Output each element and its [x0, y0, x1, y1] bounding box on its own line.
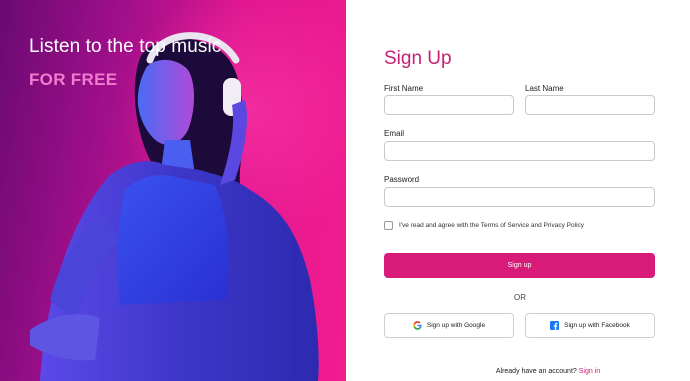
facebook-signup-button[interactable]: Sign up with Facebook: [525, 313, 655, 338]
last-name-label: Last Name: [525, 84, 564, 93]
facebook-signup-label: Sign up with Facebook: [564, 322, 630, 329]
google-icon: [413, 321, 422, 330]
terms-checkbox[interactable]: [384, 221, 393, 230]
first-name-input[interactable]: [384, 95, 514, 115]
form-title: Sign Up: [384, 48, 452, 69]
signin-prompt: Already have an account? Sign in: [346, 368, 690, 375]
google-signup-button[interactable]: Sign up with Google: [384, 313, 514, 338]
signup-form: Sign Up First Name Last Name Email Passw…: [346, 0, 690, 381]
hero-panel: Listen to the top music FOR FREE: [0, 0, 346, 381]
email-label: Email: [384, 129, 405, 138]
email-input[interactable]: [384, 141, 655, 161]
hero-title: Listen to the top music: [29, 36, 222, 57]
facebook-icon: [550, 321, 560, 330]
password-input[interactable]: [384, 187, 655, 207]
signin-link[interactable]: Sign in: [579, 368, 600, 375]
last-name-input[interactable]: [525, 95, 655, 115]
already-have-account-text: Already have an account?: [495, 368, 577, 375]
or-divider: OR: [514, 293, 526, 302]
password-label: Password: [384, 175, 420, 184]
google-signup-label: Sign up with Google: [426, 322, 486, 329]
terms-text: I've read and agree with the Terms of Se…: [399, 222, 585, 229]
signup-button[interactable]: Sign up: [384, 253, 655, 278]
first-name-label: First Name: [384, 84, 424, 93]
hero-subtitle: FOR FREE: [29, 70, 118, 89]
